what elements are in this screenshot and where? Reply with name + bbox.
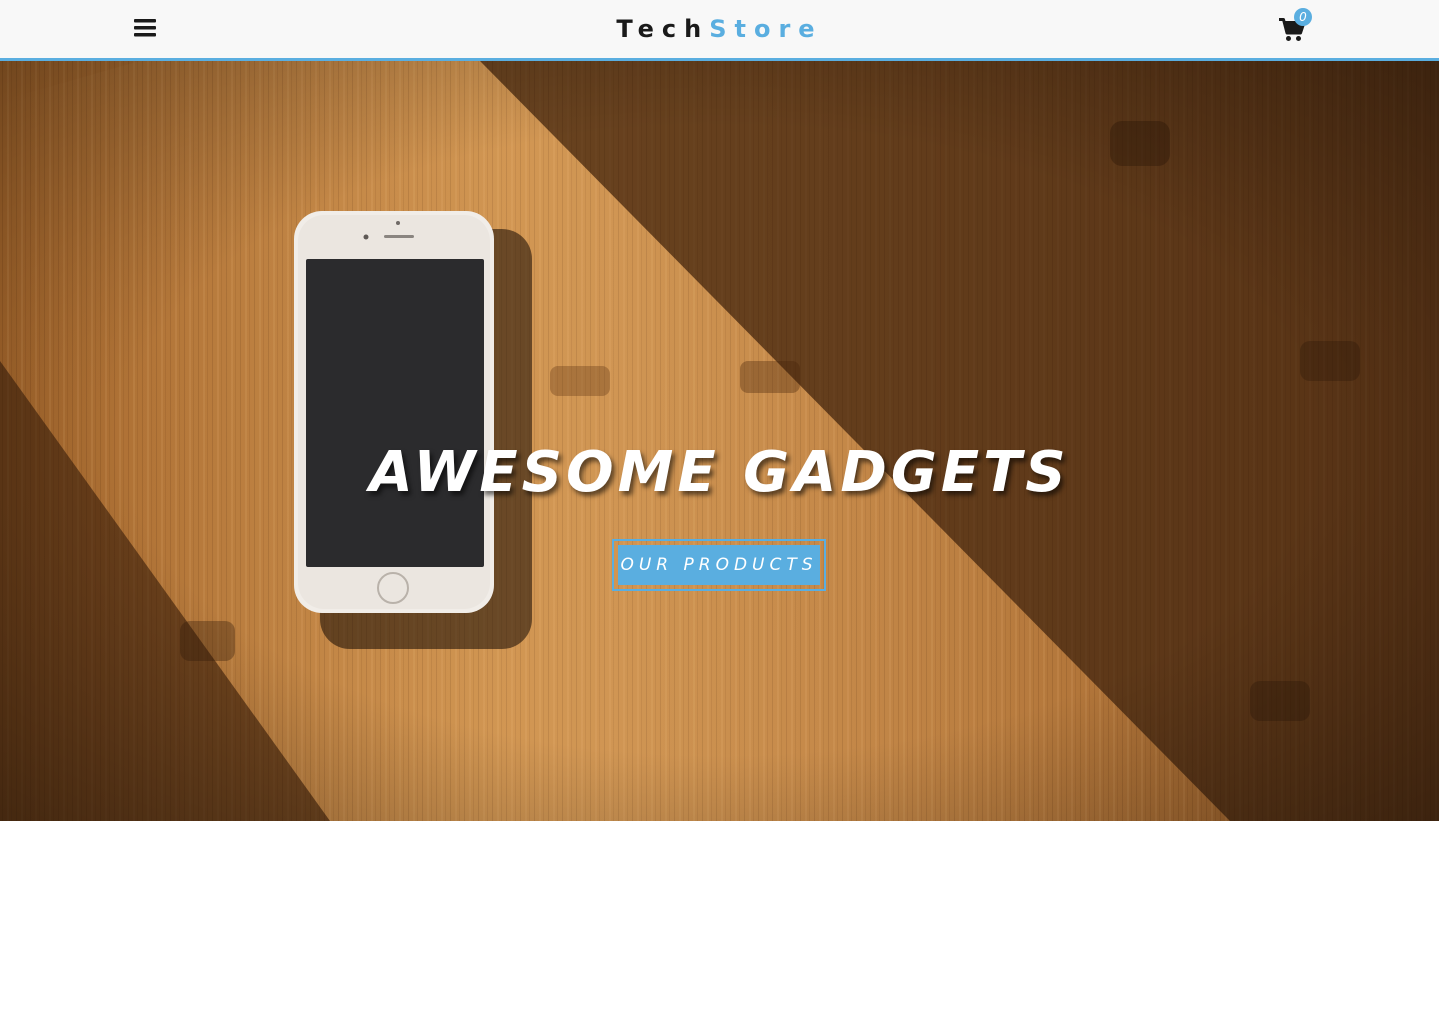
cart-button[interactable]: 0 <box>1279 8 1315 46</box>
content-area <box>0 821 1439 1024</box>
hero-banner: AWESOME GADGETS OUR PRODUCTS <box>0 61 1439 821</box>
brand-logo[interactable]: TechStore <box>0 13 1439 45</box>
brand-logo-text-primary: Tech <box>616 15 710 43</box>
our-products-button[interactable]: OUR PRODUCTS <box>618 545 820 585</box>
hero-title: AWESOME GADGETS <box>369 440 1070 505</box>
cart-count-badge: 0 <box>1294 8 1312 26</box>
brand-logo-text-accent: Store <box>709 15 823 43</box>
navbar: TechStore 0 <box>0 0 1439 61</box>
hero-cta-frame: OUR PRODUCTS <box>612 539 826 591</box>
